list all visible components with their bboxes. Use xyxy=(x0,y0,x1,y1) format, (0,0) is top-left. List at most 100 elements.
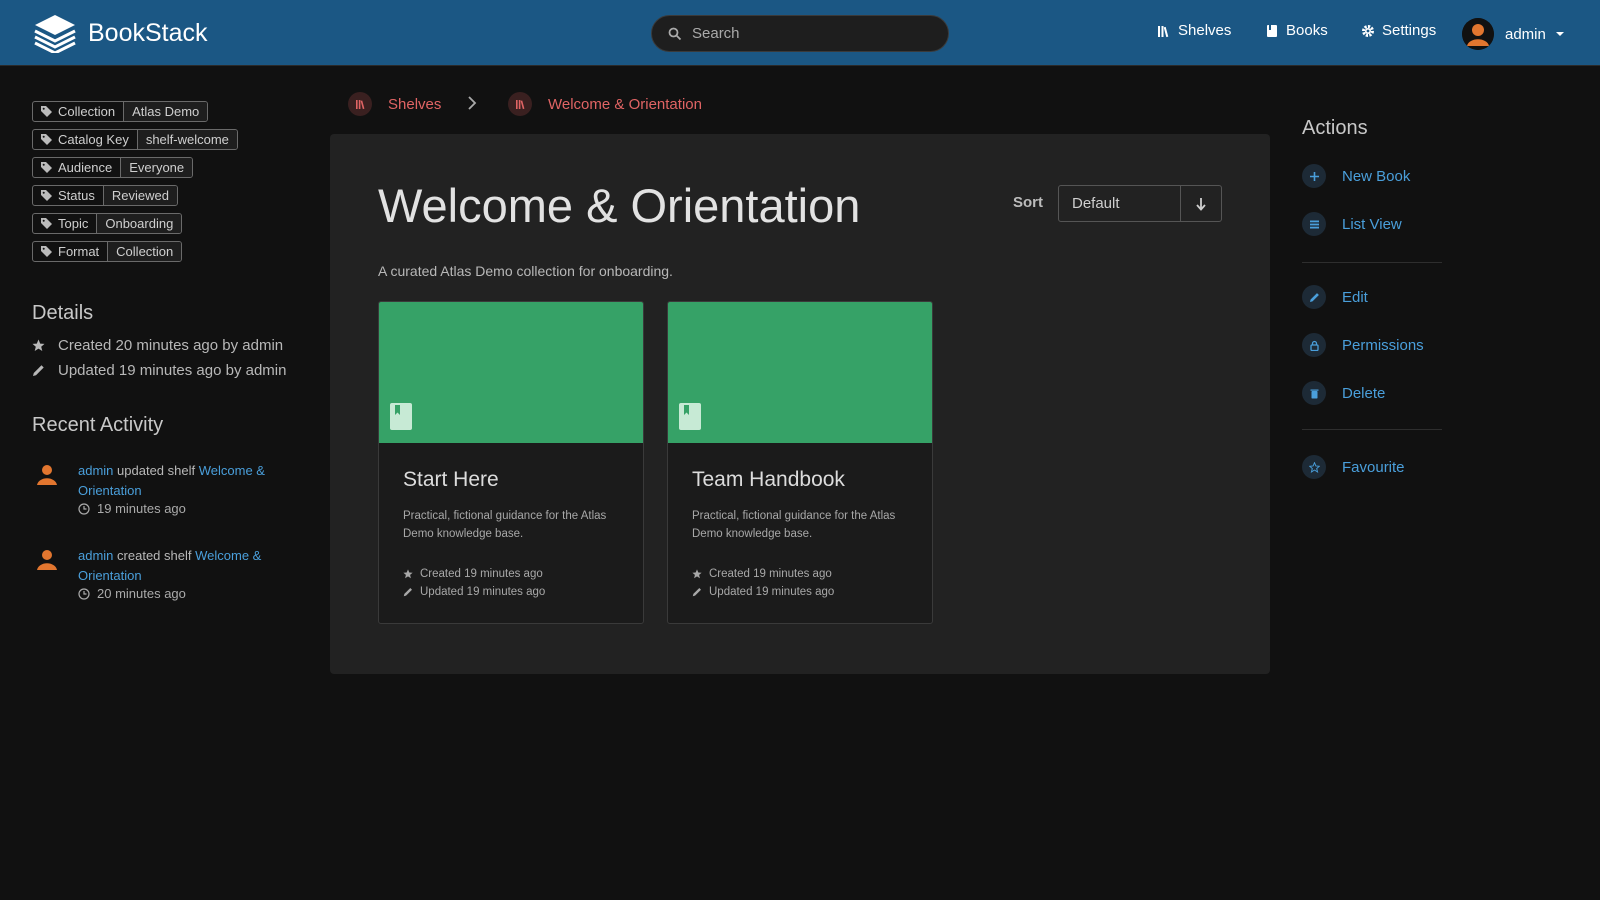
detail-created-text: Created 20 minutes ago by admin xyxy=(58,337,284,354)
action-delete[interactable]: Delete xyxy=(1302,381,1385,405)
action-list-view[interactable]: List View xyxy=(1302,212,1402,236)
trash-icon xyxy=(1302,381,1326,405)
tag-icon xyxy=(41,106,52,117)
tag-value[interactable]: shelf-welcome xyxy=(137,130,237,149)
shelves-icon xyxy=(508,92,532,116)
nav-books-label: Books xyxy=(1286,22,1328,39)
tag-key[interactable]: Status xyxy=(33,186,104,205)
activity-time: 19 minutes ago xyxy=(78,501,186,516)
tag[interactable]: Format Collection xyxy=(32,241,183,262)
activity-user-link[interactable]: admin xyxy=(78,463,113,478)
tag-key-label: Format xyxy=(58,244,100,259)
tag[interactable]: Topic Onboarding xyxy=(32,213,183,234)
breadcrumb-shelves[interactable]: Shelves xyxy=(348,92,441,116)
activity-action: created shelf xyxy=(117,548,192,563)
star-icon xyxy=(403,569,413,579)
action-favourite[interactable]: Favourite xyxy=(1302,455,1405,479)
book-cover xyxy=(668,302,932,443)
nav-books[interactable]: Books xyxy=(1265,22,1328,39)
tag-key-label: Catalog Key xyxy=(58,132,129,147)
tag[interactable]: Status Reviewed xyxy=(32,185,178,206)
action-new-book[interactable]: New Book xyxy=(1302,164,1410,188)
detail-created: Created 20 minutes ago by admin xyxy=(32,337,283,354)
book-description: Practical, fictional guidance for the At… xyxy=(403,510,607,540)
list-icon xyxy=(1302,212,1326,236)
book-updated-text: Updated 19 minutes ago xyxy=(709,586,835,598)
nav-shelves[interactable]: Shelves xyxy=(1157,22,1231,39)
sort-control: Default xyxy=(1058,185,1222,222)
star-icon xyxy=(32,339,45,351)
activity-text: admin created shelf Welcome & Orientatio… xyxy=(78,546,288,586)
tag-value[interactable]: Atlas Demo xyxy=(124,102,208,121)
book-cover xyxy=(379,302,643,443)
nav-settings-label: Settings xyxy=(1382,22,1437,39)
lock-icon xyxy=(1302,333,1326,357)
tag-key[interactable]: Audience xyxy=(33,158,122,177)
tag[interactable]: Audience Everyone xyxy=(32,157,194,178)
tag-value[interactable]: Collection xyxy=(108,242,182,261)
tag-value[interactable]: Everyone xyxy=(121,158,193,177)
recent-activity-heading: Recent Activity xyxy=(32,414,164,436)
nav-settings[interactable]: Settings xyxy=(1361,22,1436,39)
book-card[interactable]: Team Handbook Practical, fictional guida… xyxy=(667,301,933,624)
activity-action: updated shelf xyxy=(117,463,196,478)
tag-key-label: Topic xyxy=(58,216,89,231)
shelves-icon xyxy=(348,92,372,116)
actions-divider xyxy=(1302,429,1442,430)
action-edit[interactable]: Edit xyxy=(1302,285,1368,309)
arrow-down-icon xyxy=(1196,197,1206,211)
user-avatar-icon xyxy=(37,465,57,485)
book-description: Practical, fictional guidance for the At… xyxy=(692,510,896,540)
page-title: Welcome & Orientation xyxy=(378,179,861,232)
book-created-text: Created 19 minutes ago xyxy=(420,568,543,580)
sort-direction-button[interactable] xyxy=(1181,186,1221,221)
star-icon xyxy=(1302,455,1326,479)
search-bar[interactable] xyxy=(651,15,949,52)
tag-key-label: Collection xyxy=(58,104,116,119)
action-list-view-label: List View xyxy=(1342,215,1402,233)
bookstack-logo-icon xyxy=(34,15,76,53)
tag-icon xyxy=(41,218,52,229)
tag-value[interactable]: Reviewed xyxy=(103,186,177,205)
book-created: Created 19 minutes ago xyxy=(692,568,832,580)
book-created: Created 19 minutes ago xyxy=(403,568,543,580)
user-menu[interactable]: admin xyxy=(1462,18,1565,50)
search-icon xyxy=(668,27,682,40)
tag[interactable]: Collection Atlas Demo xyxy=(32,101,209,122)
action-permissions-label: Permissions xyxy=(1342,336,1424,354)
tag-key-label: Audience xyxy=(58,160,113,175)
sort-select[interactable]: Default xyxy=(1059,186,1181,221)
app-name: BookStack xyxy=(88,18,208,47)
action-permissions[interactable]: Permissions xyxy=(1302,333,1424,357)
details-heading: Details xyxy=(32,302,94,324)
tag-value[interactable]: Onboarding xyxy=(97,214,182,233)
breadcrumb-current-label: Welcome & Orientation xyxy=(548,95,702,113)
tag[interactable]: Catalog Key shelf-welcome xyxy=(32,129,238,150)
actions-divider xyxy=(1302,262,1442,263)
activity-user-link[interactable]: admin xyxy=(78,548,113,563)
action-favourite-label: Favourite xyxy=(1342,458,1405,476)
search-input[interactable] xyxy=(692,25,932,42)
book-card[interactable]: Start Here Practical, fictional guidance… xyxy=(378,301,644,624)
clock-icon xyxy=(78,587,90,600)
book-updated: Updated 19 minutes ago xyxy=(403,586,545,598)
book-updated-text: Updated 19 minutes ago xyxy=(420,586,546,598)
gear-icon xyxy=(1362,24,1374,37)
tag-key[interactable]: Format xyxy=(33,242,109,261)
pencil-icon xyxy=(1302,285,1326,309)
tag-key-label: Status xyxy=(58,188,95,203)
chevron-down-icon xyxy=(1555,32,1564,36)
breadcrumb-shelves-label: Shelves xyxy=(388,95,442,113)
tag-key[interactable]: Collection xyxy=(33,102,125,121)
action-delete-label: Delete xyxy=(1342,384,1386,402)
book-title[interactable]: Start Here xyxy=(403,468,499,492)
plus-icon xyxy=(1302,164,1326,188)
tag-key[interactable]: Catalog Key xyxy=(33,130,138,149)
tag-key[interactable]: Topic xyxy=(33,214,98,233)
user-avatar-icon xyxy=(37,550,57,570)
app-logo[interactable]: BookStack xyxy=(33,13,208,53)
pencil-icon xyxy=(403,588,412,597)
breadcrumb-current-shelf[interactable]: Welcome & Orientation xyxy=(508,92,702,116)
book-title[interactable]: Team Handbook xyxy=(692,468,845,492)
clock-icon xyxy=(78,502,90,515)
